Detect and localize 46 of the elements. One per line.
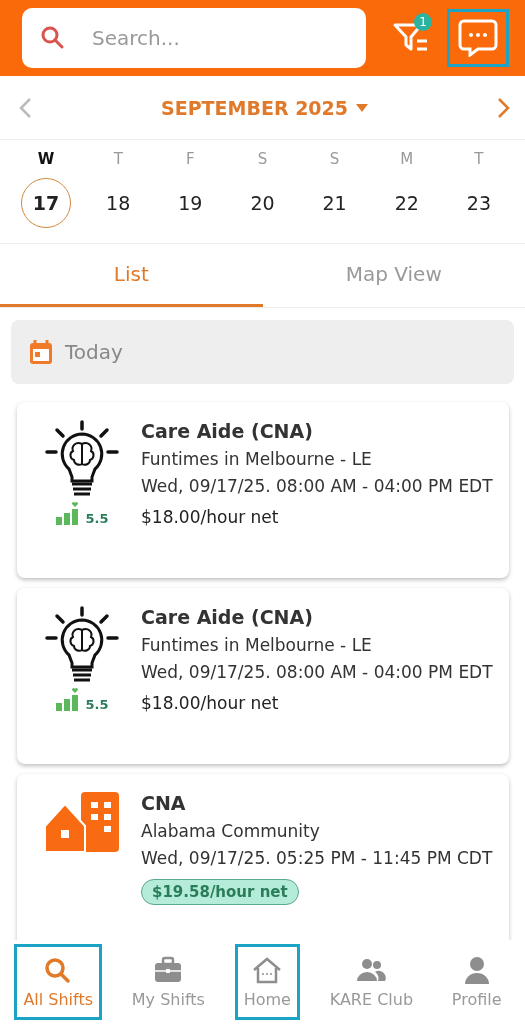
pay-rate: $18.00/hour net [141,507,279,527]
rating-value: 5.5 [85,511,109,526]
date-item[interactable]: 17 [21,178,72,228]
shift-time: Wed, 09/17/25. 05:25 PM - 11:45 PM CDT [141,848,493,868]
house-icon [252,955,283,986]
shift-time: Wed, 09/17/25. 08:00 AM - 04:00 PM EDT [141,476,493,496]
buildings-icon [43,792,121,854]
shift-card[interactable]: 5.5 Care Aide (CNA) Funtimes in Melbourne - LE Wed, 09/17/25. 08:00 AM - 04:00 PM EDT $18.00/hour net [17,588,509,764]
calendar-icon [29,339,53,365]
chat-icon [458,19,498,57]
lightbulb-brain-icon [43,420,121,498]
date-item[interactable]: 19 [165,178,216,228]
date-item[interactable]: 21 [309,178,360,228]
shift-title: CNA [141,792,187,814]
rating-value: 5.5 [85,697,109,712]
date-item[interactable]: 23 [453,178,504,228]
rating-bars-icon [55,502,80,526]
facility-name: Funtimes in Melbourne - LE [141,449,373,469]
facility-name: Alabama Community [141,821,321,841]
shift-card[interactable]: 5.5 Care Aide (CNA) Funtimes in Melbourne - LE Wed, 09/17/25. 08:00 AM - 04:00 PM EDT $18.00/hour net [17,402,509,578]
weekday-label: T [113,150,123,168]
section-title: Today [65,340,123,364]
caret-icon [356,103,368,112]
search-field[interactable]: Search... [22,8,366,68]
weekday-label: W [37,150,55,168]
weekday-label: M [400,150,414,168]
shift-title: Care Aide (CNA) [141,606,314,628]
date-item[interactable]: 18 [93,178,144,228]
date-item[interactable]: 22 [381,178,432,228]
date-item[interactable]: 20 [237,178,288,228]
weekday-label: F [186,150,195,168]
lightbulb-brain-icon [43,606,121,684]
pay-tag: $19.58/hour net [141,879,299,905]
weekday-label: S [257,150,268,168]
notification-badge: 1 [414,13,432,31]
weekday-label: T [474,150,484,168]
rating-bars-icon [55,688,80,712]
shift-title: Care Aide (CNA) [141,420,314,442]
previous-month-icon[interactable] [18,96,32,119]
next-month-icon[interactable] [497,96,511,119]
shift-time: Wed, 09/17/25. 08:00 AM - 04:00 PM EDT [141,662,493,682]
chat-button[interactable] [447,9,509,67]
weekday-label: S [329,150,340,168]
shift-card[interactable]: CNA Alabama Community Wed, 09/17/25. 05:25 PM - 11:45 PM CDT $19.58/hour net [17,774,509,940]
facility-name: Funtimes in Melbourne - LE [141,635,373,655]
pay-rate: $18.00/hour net [141,693,279,713]
